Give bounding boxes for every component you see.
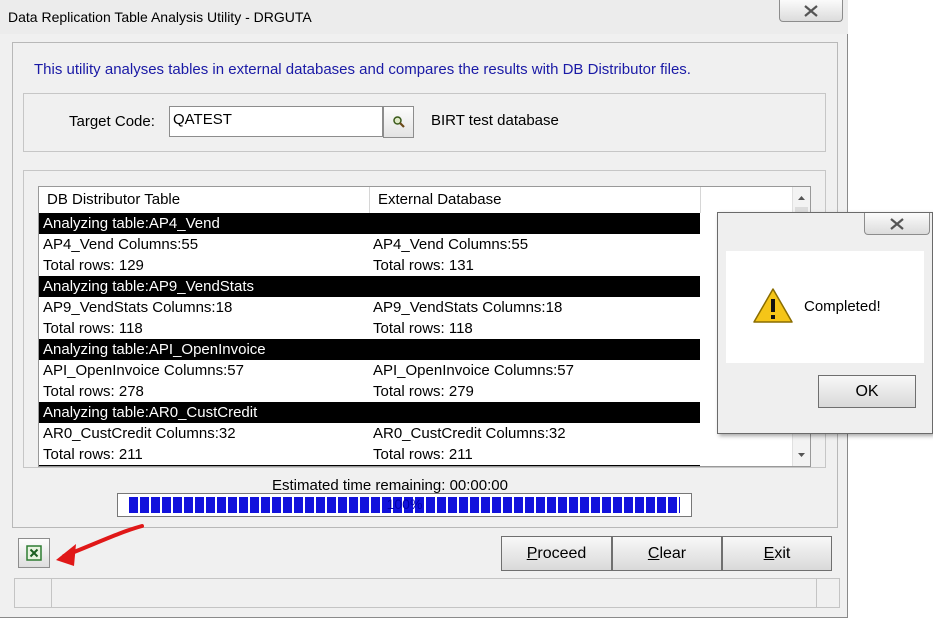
cell-db-distributor: AP4_Vend Columns:55: [43, 236, 199, 253]
clear-accelerator: C: [647, 545, 660, 562]
annotation-arrow-icon: [56, 524, 144, 566]
close-icon: [890, 217, 904, 230]
title-bar: Data Replication Table Analysis Utility …: [0, 0, 848, 34]
table-row: Total rows: 278 Total rows: 279: [39, 381, 700, 402]
dialog-body: Completed!: [726, 251, 924, 363]
cell-external: AR0_CustCredit Columns:32: [373, 425, 566, 442]
cell-external: Total rows: 131: [373, 257, 474, 274]
scroll-down-icon[interactable]: [793, 448, 810, 462]
table-row: Total rows: 211 Total rows: 211: [39, 444, 700, 465]
ok-button[interactable]: OK: [818, 375, 916, 408]
table-row: Total rows: 129 Total rows: 131: [39, 255, 700, 276]
proceed-button[interactable]: Proceed: [501, 536, 612, 571]
cell-external: Total rows: 118: [373, 320, 473, 337]
table-row: Total rows: 118 Total rows: 118: [39, 318, 700, 339]
warning-triangle-icon: [753, 288, 793, 323]
proceed-accelerator: P: [526, 545, 538, 562]
lookup-button[interactable]: [383, 106, 414, 138]
cell-external: API_OpenInvoice Columns:57: [373, 362, 574, 379]
table-block-header: Analyzing table:AP4_Vend: [39, 213, 700, 234]
status-bar-panel: [51, 579, 817, 607]
results-list[interactable]: DB Distributor Table External Database A…: [38, 186, 811, 467]
export-excel-button[interactable]: [18, 538, 50, 568]
window-title: Data Replication Table Analysis Utility …: [8, 9, 312, 25]
exit-button[interactable]: Exit: [722, 536, 832, 571]
table-row: API_OpenInvoice Columns:57 API_OpenInvoi…: [39, 360, 700, 381]
table-row: AR0_CustCredit Columns:32 AR0_CustCredit…: [39, 423, 700, 444]
window-close-button[interactable]: [779, 0, 843, 22]
progress-label: 100%: [386, 496, 423, 512]
exit-accelerator: E: [763, 545, 775, 562]
clear-label: lear: [659, 545, 687, 562]
table-row: AP9_VendStats Columns:18 AP9_VendStats C…: [39, 297, 700, 318]
cell-db-distributor: API_OpenInvoice Columns:57: [43, 362, 244, 379]
table-block-header: Analyzing table:AP9_VendStats: [39, 276, 700, 297]
cell-db-distributor: Total rows: 129: [43, 257, 144, 274]
cell-external: Total rows: 279: [373, 383, 474, 400]
cell-db-distributor: AP9_VendStats Columns:18: [43, 299, 233, 316]
proceed-label: roceed: [537, 545, 587, 562]
dialog-message: Completed!: [804, 298, 881, 315]
cell-external: AP4_Vend Columns:55: [373, 236, 529, 253]
row-divider: [39, 465, 700, 466]
cell-external: AP9_VendStats Columns:18: [373, 299, 563, 316]
table-row: AP4_Vend Columns:55 AP4_Vend Columns:55: [39, 234, 700, 255]
estimated-time: Estimated time remaining: 00:00:00: [272, 477, 508, 494]
cell-db-distributor: Total rows: 278: [43, 383, 144, 400]
cell-db-distributor: Total rows: 118: [43, 320, 143, 337]
column-header-db-distributor[interactable]: DB Distributor Table: [39, 187, 370, 213]
cell-db-distributor: AR0_CustCredit Columns:32: [43, 425, 236, 442]
clear-button[interactable]: Clear: [612, 536, 722, 571]
target-code-label: Target Code:: [69, 113, 155, 130]
table-block-header: Analyzing table:API_OpenInvoice: [39, 339, 700, 360]
progress-bar: 100%: [117, 493, 692, 517]
dialog-close-button[interactable]: [864, 213, 930, 235]
excel-icon: [26, 545, 42, 561]
status-bar: [14, 578, 840, 608]
close-icon: [804, 4, 818, 17]
intro-text: This utility analyses tables in external…: [34, 61, 691, 78]
target-code-input[interactable]: QATEST: [169, 106, 383, 137]
completed-dialog: Completed! OK: [717, 212, 933, 434]
cell-external: Total rows: 211: [373, 446, 473, 463]
scroll-up-icon[interactable]: [793, 191, 810, 205]
table-block-header: Analyzing table:AR0_CustCredit: [39, 402, 700, 423]
magnifier-icon: [393, 116, 405, 128]
exit-label: xit: [774, 545, 791, 562]
column-header-external-database[interactable]: External Database: [370, 187, 701, 213]
cell-db-distributor: Total rows: 211: [43, 446, 143, 463]
target-description: BIRT test database: [431, 112, 559, 129]
